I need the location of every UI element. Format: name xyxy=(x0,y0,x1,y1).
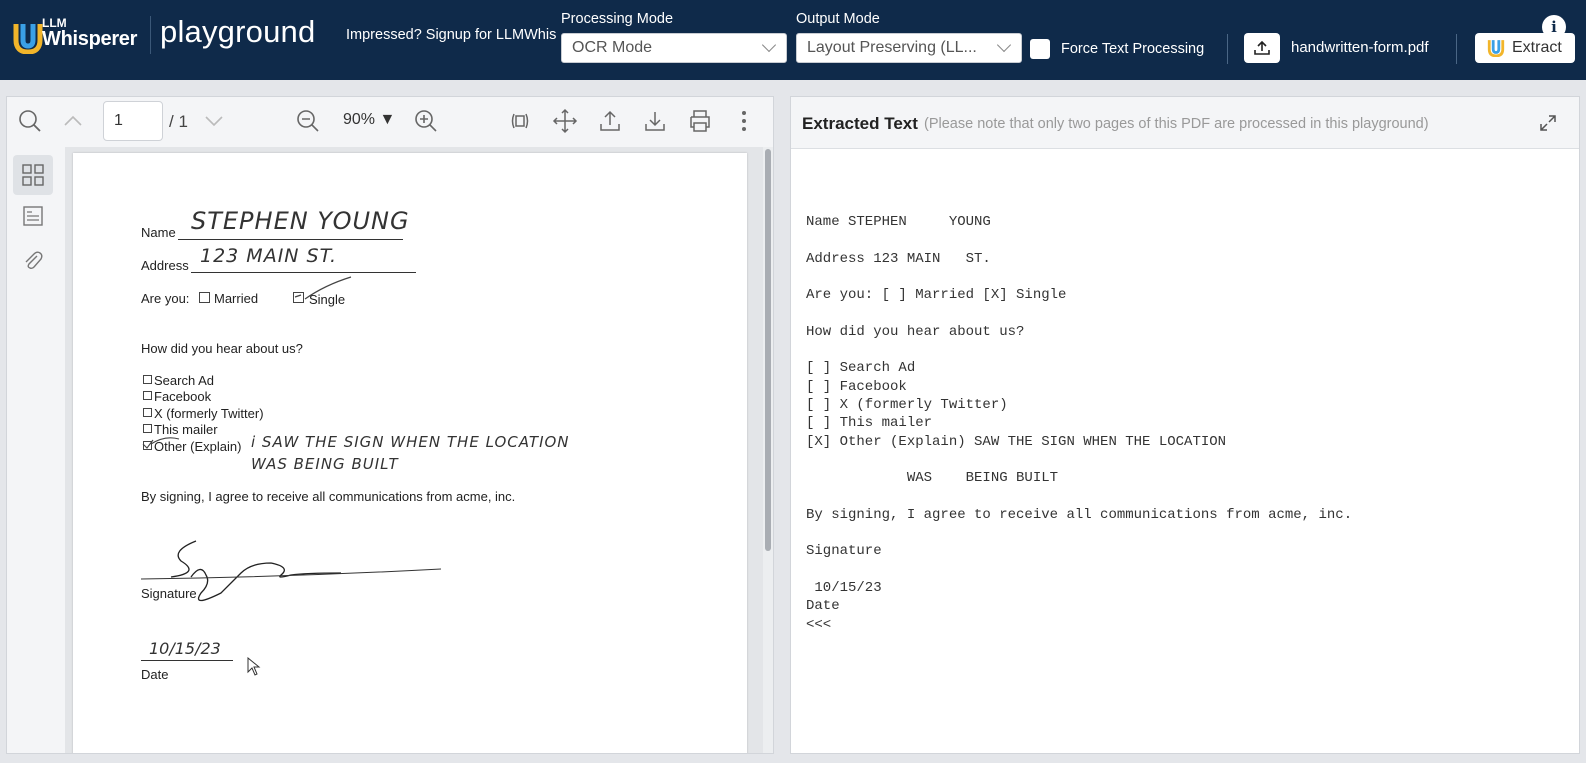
search-icon[interactable] xyxy=(17,108,43,134)
chevron-down-icon xyxy=(761,37,777,53)
app-window: LLM Whisperer playground Impressed? Sign… xyxy=(0,0,1586,763)
processing-mode-value: OCR Mode xyxy=(572,39,653,56)
viewer-side-rail xyxy=(7,147,65,753)
pan-icon[interactable] xyxy=(552,108,578,134)
rotate-icon[interactable] xyxy=(507,108,533,134)
option-x-twitter: X (formerly Twitter) xyxy=(154,406,264,421)
attachment-icon[interactable] xyxy=(22,250,44,272)
llmwhisperer-logo[interactable]: LLM Whisperer xyxy=(12,16,152,56)
single-check-mark xyxy=(294,276,352,300)
header-separator xyxy=(1456,34,1457,64)
other-explain-line1: i SAW THE SIGN WHEN THE LOCATION xyxy=(251,433,570,451)
option-checkbox xyxy=(143,391,152,400)
page-down-icon[interactable] xyxy=(201,108,227,134)
extracted-text-title: Extracted Text xyxy=(802,114,918,133)
form-address-line xyxy=(191,272,416,273)
logo-divider xyxy=(150,16,151,54)
mouse-cursor-icon xyxy=(247,657,261,676)
signature-image xyxy=(141,540,442,602)
download-icon[interactable] xyxy=(642,108,668,134)
print-icon[interactable] xyxy=(687,108,713,134)
force-text-label: Force Text Processing xyxy=(1061,41,1205,57)
page-up-icon[interactable] xyxy=(60,108,86,134)
form-name-label: Name xyxy=(141,225,176,240)
other-check-mark xyxy=(142,437,180,449)
upload-file-button[interactable] xyxy=(1244,33,1280,63)
pdf-page: Name STEPHEN YOUNG Address 123 MAIN ST. … xyxy=(73,153,747,753)
option-checkbox xyxy=(143,424,152,433)
page-total: / 1 xyxy=(169,112,188,131)
form-name-value: STEPHEN YOUNG xyxy=(191,207,410,235)
date-line xyxy=(141,660,233,661)
page-number-input[interactable]: 1 xyxy=(103,101,163,141)
upload-icon[interactable] xyxy=(597,108,623,134)
logo-u-icon xyxy=(13,24,43,54)
other-explain-line2: WAS BEING BUILT xyxy=(251,455,399,473)
logo-whisperer-text: Whisperer xyxy=(42,28,138,50)
thumbnails-icon xyxy=(22,164,44,186)
processing-mode-label: Processing Mode xyxy=(561,11,674,27)
upload-icon xyxy=(1254,40,1270,55)
consent-text: By signing, I agree to receive all commu… xyxy=(141,489,516,504)
header-separator xyxy=(1227,34,1228,64)
option-checkbox xyxy=(143,375,152,384)
processing-mode-select[interactable]: OCR Mode xyxy=(561,33,787,63)
option-checkbox xyxy=(143,408,152,417)
more-icon[interactable] xyxy=(731,108,757,134)
zoom-out-icon[interactable] xyxy=(295,108,321,134)
option-facebook: Facebook xyxy=(154,389,212,404)
output-mode-value: Layout Preserving (LL... xyxy=(807,39,977,56)
outline-icon[interactable] xyxy=(22,205,44,227)
chevron-down-icon xyxy=(996,37,1012,53)
extract-button[interactable]: Extract xyxy=(1475,33,1575,63)
extracted-text-note: (Please note that only two pages of this… xyxy=(924,116,1429,132)
expand-icon[interactable] xyxy=(1539,114,1557,132)
form-address-label: Address xyxy=(141,258,189,273)
married-label: Married xyxy=(214,291,259,306)
form-are-you-label: Are you: xyxy=(141,291,190,306)
form-question: How did you hear about us? xyxy=(141,341,303,356)
app-name: playground xyxy=(160,14,316,49)
signup-link[interactable]: Impressed? Signup for LLMWhisperer xyxy=(346,27,556,43)
scrollbar-thumb[interactable] xyxy=(765,149,771,551)
viewer-scrollbar[interactable] xyxy=(763,147,773,753)
form-name-line xyxy=(178,239,403,240)
thumbnails-button[interactable] xyxy=(13,155,53,195)
married-checkbox xyxy=(199,292,210,303)
zoom-level-select[interactable]: 90% ▼ xyxy=(343,111,395,129)
output-mode-label: Output Mode xyxy=(796,11,880,27)
form-address-value: 123 MAIN ST. xyxy=(200,245,338,267)
top-header: LLM Whisperer playground Impressed? Sign… xyxy=(0,0,1586,80)
output-mode-select[interactable]: Layout Preserving (LL... xyxy=(796,33,1022,63)
extracted-text-panel: Extracted Text (Please note that only tw… xyxy=(790,96,1580,754)
zoom-in-icon[interactable] xyxy=(413,108,439,134)
viewer-toolbar: 1 / 1 90% ▼ xyxy=(7,97,773,147)
document-area[interactable]: Name STEPHEN YOUNG Address 123 MAIN ST. … xyxy=(65,147,763,753)
date-label: Date xyxy=(141,667,169,682)
logo-u-icon xyxy=(1487,40,1505,57)
extracted-text-header: Extracted Text (Please note that only tw… xyxy=(791,97,1579,149)
file-name: handwritten-form.pdf xyxy=(1291,39,1429,56)
signature-label: Signature xyxy=(141,586,197,601)
extracted-text-content[interactable]: Name STEPHEN YOUNG Address 123 MAIN ST. … xyxy=(806,213,1352,634)
date-value: 10/15/23 xyxy=(149,639,221,658)
option-search-ad: Search Ad xyxy=(154,373,214,388)
info-icon[interactable]: i xyxy=(1542,15,1566,39)
pdf-viewer: 1 / 1 90% ▼ Name STEPHEN YOUNG Address 1… xyxy=(6,96,774,754)
extract-label: Extract xyxy=(1512,39,1562,56)
force-text-checkbox[interactable] xyxy=(1030,39,1050,59)
